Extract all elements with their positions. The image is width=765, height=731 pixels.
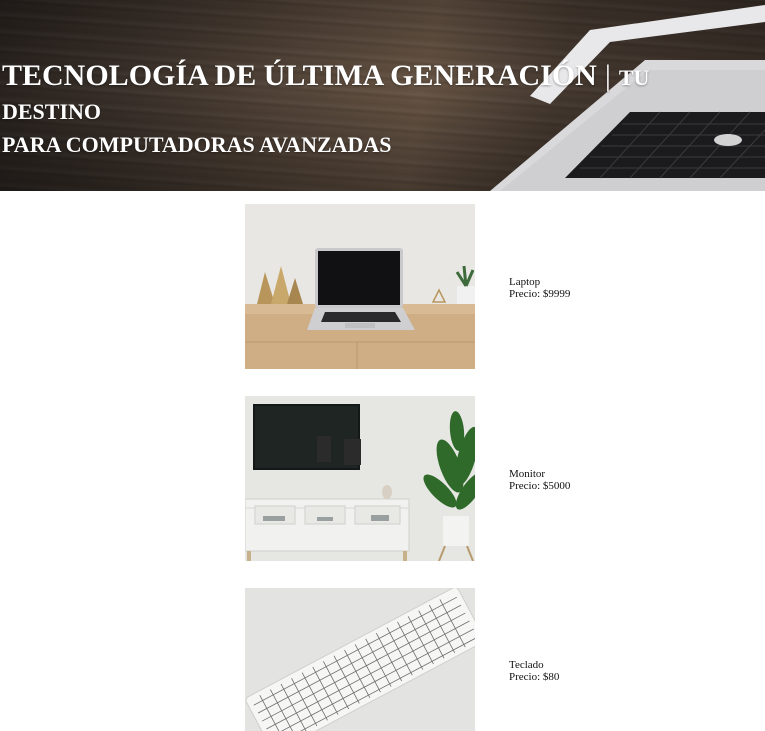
- title-sub-line2: PARA COMPUTADORAS AVANZADAS: [2, 132, 392, 158]
- page-title: TECNOLOGÍA DE ÚLTIMA GENERACIÓN | TU DES…: [2, 58, 752, 159]
- product-item-monitor: Monitor Precio: $5000: [245, 396, 745, 561]
- product-info-teclado: Teclado Precio: $80: [509, 659, 559, 683]
- product-price: Precio: $9999: [509, 288, 571, 300]
- hero-banner: TECNOLOGÍA DE ÚLTIMA GENERACIÓN | TU DES…: [0, 0, 765, 191]
- product-name: Teclado: [509, 659, 544, 671]
- product-item-teclado: Teclado Precio: $80: [245, 588, 745, 731]
- product-image-teclado: [245, 588, 475, 731]
- product-item-laptop: Laptop Precio: $9999: [245, 204, 745, 369]
- product-name: Laptop: [509, 276, 541, 288]
- product-info-laptop: Laptop Precio: $9999: [509, 276, 570, 300]
- product-name: Monitor: [509, 468, 546, 480]
- title-separator: |: [604, 59, 611, 92]
- product-info-monitor: Monitor Precio: $5000: [509, 468, 570, 492]
- product-price: Precio: $80: [509, 671, 560, 683]
- product-image-monitor: [245, 396, 475, 561]
- product-image-laptop: [245, 204, 475, 369]
- product-price: Precio: $5000: [509, 480, 571, 492]
- page: TECNOLOGÍA DE ÚLTIMA GENERACIÓN | TU DES…: [0, 0, 765, 731]
- title-main: TECNOLOGÍA DE ÚLTIMA GENERACIÓN: [2, 59, 597, 92]
